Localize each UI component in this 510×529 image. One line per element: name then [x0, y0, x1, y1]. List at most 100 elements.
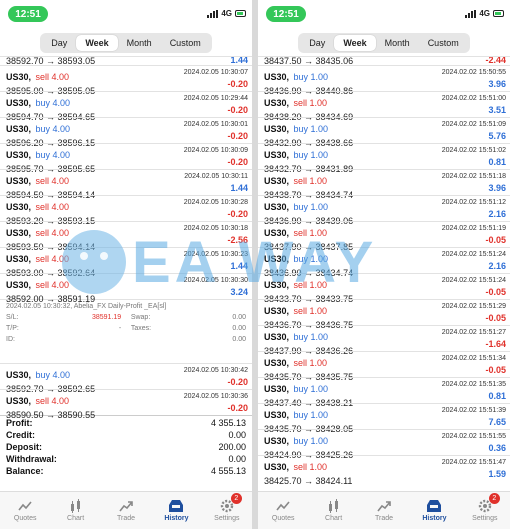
- deal-datetime: 2024.02.02 15:51:24: [441, 277, 506, 284]
- deal-symbol: US30,: [264, 384, 290, 394]
- summary-value: 0.00: [228, 430, 246, 440]
- deal-row[interactable]: US30, buy 1.00 2024.02.02 15:51:39 38435.7…: [258, 403, 510, 434]
- deal-action: sell 1.00: [293, 228, 327, 238]
- deal-profit: -0.20: [227, 377, 248, 387]
- period-week[interactable]: Week: [76, 35, 118, 51]
- deal-datetime: 2024.02.02 15:50:55: [441, 69, 506, 76]
- deal-row[interactable]: US30, buy 4.00 2024.02.05 10:30:01 38596.2…: [0, 117, 252, 148]
- deal-symbol: US30,: [264, 254, 290, 264]
- deal-symbol: US30,: [264, 306, 290, 316]
- deals-list[interactable]: 38437.50 → 38435.06 -2.44 US30, buy 1.00…: [258, 56, 510, 491]
- tab-label: Settings: [214, 515, 240, 522]
- deal-row[interactable]: US30, sell 4.00 2024.02.05 10:30:07 38595.…: [0, 65, 252, 96]
- deal-action: sell 1.00: [293, 462, 327, 472]
- deal-action: buy 1.00: [293, 384, 328, 394]
- deal-row[interactable]: US30, buy 1.00 2024.02.02 15:51:12 38436.9…: [258, 195, 510, 226]
- period-month[interactable]: Month: [118, 35, 161, 51]
- tab-history[interactable]: History: [409, 492, 459, 529]
- deal-row[interactable]: US30, sell 1.00 2024.02.02 15:51:34 38435.…: [258, 351, 510, 382]
- deal-row[interactable]: US30, sell 4.00 2024.02.05 10:30:28 38593.…: [0, 195, 252, 226]
- deal-action: buy 1.00: [293, 202, 328, 212]
- taxes-value: 0.00: [232, 325, 246, 332]
- deal-datetime: 2024.02.05 10:30:07: [183, 69, 248, 76]
- deal-profit: -0.20: [227, 209, 248, 219]
- deal-row[interactable]: US30, sell 1.00 2024.02.02 15:51:19 38437.…: [258, 221, 510, 252]
- deal-row[interactable]: US30, sell 1.00 2024.02.02 15:51:24 38433.…: [258, 273, 510, 304]
- deal-action: buy 4.00: [35, 124, 70, 134]
- deal-symbol: US30,: [264, 436, 290, 446]
- deal-row[interactable]: US30, buy 1.00 2024.02.02 15:51:24 38436.9…: [258, 247, 510, 278]
- tab-chart[interactable]: Chart: [50, 492, 100, 529]
- deal-symbol: US30,: [264, 358, 290, 368]
- deal-row[interactable]: US30, sell 4.00 2024.02.05 10:30:36 38590.…: [0, 389, 252, 420]
- period-custom[interactable]: Custom: [161, 35, 210, 51]
- deal-row[interactable]: US30, sell 1.00 2024.02.02 15:51:18 38438.…: [258, 169, 510, 200]
- network-label: 4G: [479, 9, 490, 18]
- deal-row[interactable]: US30, sell 1.00 2024.02.02 15:51:00 38438.…: [258, 91, 510, 122]
- signal-icon: [207, 9, 219, 18]
- status-bar: 12:51 4G: [258, 0, 510, 30]
- deal-row[interactable]: US30, sell 1.00 2024.02.02 15:51:47 38425.…: [258, 455, 510, 486]
- tab-chart[interactable]: Chart: [308, 492, 358, 529]
- deal-symbol: US30,: [6, 228, 32, 238]
- deal-row[interactable]: US30, buy 1.00 2024.02.02 15:51:09 38432.9…: [258, 117, 510, 148]
- deal-row[interactable]: US30, buy 1.00 2024.02.02 15:50:55 38436.9…: [258, 65, 510, 96]
- deal-datetime: 2024.02.02 15:51:18: [441, 173, 506, 180]
- tab-settings[interactable]: Settings 2: [202, 492, 252, 529]
- deal-row[interactable]: US30, buy 4.00 2024.02.05 10:29:44 38594.7…: [0, 91, 252, 122]
- deal-action: sell 4.00: [35, 228, 69, 238]
- tab-trade[interactable]: Trade: [359, 492, 409, 529]
- period-month[interactable]: Month: [376, 35, 419, 51]
- deal-row[interactable]: US30, buy 1.00 2024.02.02 15:51:55 38424.9…: [258, 429, 510, 460]
- quotes-icon: [276, 501, 290, 511]
- period-day[interactable]: Day: [42, 35, 76, 51]
- deal-symbol: US30,: [6, 98, 32, 108]
- tab-bar: Quotes Chart Trade History Settings 2: [258, 491, 510, 529]
- deal-datetime: 2024.02.02 15:51:35: [441, 381, 506, 388]
- deal-datetime: 2024.02.02 15:51:34: [441, 355, 506, 362]
- deal-row[interactable]: US30, sell 4.00 2024.02.05 10:30:23 38593.…: [0, 247, 252, 278]
- deal-symbol: US30,: [264, 332, 290, 342]
- deal-profit: 1.44: [230, 183, 248, 193]
- tab-quotes[interactable]: Quotes: [258, 492, 308, 529]
- status-time: 12:51: [8, 6, 48, 22]
- history-icon: [427, 500, 442, 512]
- deal-datetime: 2024.02.05 10:30:09: [183, 147, 248, 154]
- summary-value: 200.00: [218, 442, 246, 452]
- deal-row[interactable]: US30, sell 4.00 2024.02.05 10:30:18 38593.…: [0, 221, 252, 252]
- deal-row[interactable]: US30, buy 1.00 2024.02.02 15:51:02 38432.7…: [258, 143, 510, 174]
- deal-row[interactable]: US30, buy 4.00 2024.02.05 10:30:09 38595.7…: [0, 143, 252, 174]
- deal-profit: 2.16: [488, 209, 506, 219]
- deal-row[interactable]: US30, sell 1.00 2024.02.02 15:51:29 38436.…: [258, 299, 510, 330]
- deal-row[interactable]: US30, buy 4.00 2024.02.05 10:30:42 38592.7…: [0, 363, 252, 394]
- deal-row[interactable]: US30, buy 1.00 2024.02.02 15:51:35 38437.4…: [258, 377, 510, 408]
- period-week[interactable]: Week: [334, 35, 376, 51]
- tab-quotes[interactable]: Quotes: [0, 492, 50, 529]
- deal-symbol: US30,: [264, 98, 290, 108]
- tab-history[interactable]: History: [151, 492, 201, 529]
- notification-badge: 2: [488, 493, 500, 504]
- period-day[interactable]: Day: [300, 35, 334, 51]
- deal-row-partial[interactable]: 38437.50 → 38435.06 -2.44: [258, 56, 510, 65]
- deal-profit: -0.20: [227, 79, 248, 89]
- deal-action: sell 4.00: [35, 280, 69, 290]
- tp-value: -: [118, 325, 122, 332]
- deal-action: buy 1.00: [293, 332, 328, 342]
- summary-value: 4 555.13: [210, 466, 246, 476]
- deal-row[interactable]: US30, sell 4.00 2024.02.05 10:30:30 38592.…: [0, 273, 252, 304]
- deal-profit: 3.96: [488, 183, 506, 193]
- status-time: 12:51: [266, 6, 306, 22]
- period-custom[interactable]: Custom: [419, 35, 468, 51]
- deal-row[interactable]: US30, buy 1.00 2024.02.02 15:51:27 38437.9…: [258, 325, 510, 356]
- deal-datetime: 2024.02.05 10:30:42: [183, 367, 248, 374]
- deal-datetime: 2024.02.05 10:30:11: [184, 173, 248, 180]
- deal-row-partial[interactable]: 38592.70 → 38593.05 1.44: [0, 56, 252, 65]
- deal-action: buy 4.00: [35, 150, 70, 160]
- deal-action: buy 1.00: [293, 410, 328, 420]
- deal-row[interactable]: US30, sell 4.00 2024.02.05 10:30:11 38594.…: [0, 169, 252, 200]
- deal-symbol: US30,: [264, 150, 290, 160]
- deal-action: buy 1.00: [293, 150, 328, 160]
- tab-trade[interactable]: Trade: [101, 492, 151, 529]
- tab-settings[interactable]: Settings 2: [460, 492, 510, 529]
- deals-list[interactable]: 38592.70 → 38593.05 1.44 US30, sell 4.00…: [0, 56, 252, 491]
